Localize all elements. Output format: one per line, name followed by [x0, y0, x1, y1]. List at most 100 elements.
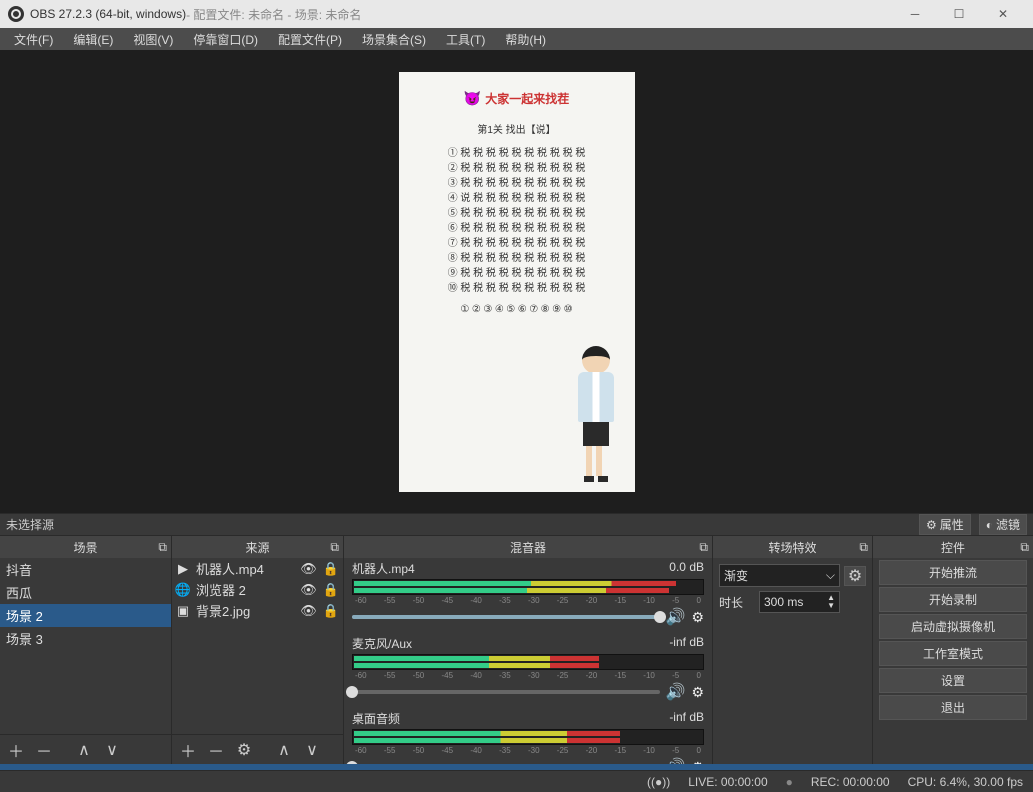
track-settings-button[interactable]: ⚙: [691, 609, 704, 626]
add-source-button[interactable]: ＋: [176, 738, 200, 762]
volume-slider[interactable]: [352, 615, 660, 619]
chevron-down-icon: ⌵: [826, 568, 835, 583]
status-cpu: CPU: 6.4%, 30.00 fps: [908, 775, 1023, 789]
mixer-track: 桌面音频 -inf dB -60-55-50-45-40-35-30-25-20-1…: [344, 708, 712, 764]
scene-up-button[interactable]: ∧: [72, 738, 96, 762]
status-rec: REC: 00:00:00: [811, 775, 890, 789]
source-type-icon: ▣: [176, 603, 190, 619]
menubar: 文件(F)编辑(E)视图(V)停靠窗口(D)配置文件(P)场景集合(S)工具(T…: [0, 28, 1033, 50]
source-up-button[interactable]: ∧: [272, 738, 296, 762]
grid-row: ⑧ 税 税 税 税 税 税 税 税 税 税: [448, 251, 586, 266]
grid-footer: ① ② ③ ④ ⑤ ⑥ ⑦ ⑧ ⑨ ⑩: [460, 302, 572, 317]
minimize-button[interactable]: ─: [893, 0, 937, 28]
menu-item[interactable]: 停靠窗口(D): [183, 29, 268, 50]
control-button[interactable]: 退出: [879, 695, 1027, 720]
track-name: 桌面音频: [352, 710, 400, 727]
preview-canvas[interactable]: 😈 大家一起来找茬 第1关 找出【说】 ① 税 税 税 税 税 税 税 税 税 …: [399, 72, 635, 492]
source-item[interactable]: ▶机器人.mp4👁🔒: [172, 558, 343, 579]
avatar-figure: [571, 346, 621, 486]
window-title: OBS 27.2.3 (64-bit, windows): [30, 7, 186, 21]
control-button[interactable]: 工作室模式: [879, 641, 1027, 666]
control-button[interactable]: 开始推流: [879, 560, 1027, 585]
source-settings-button[interactable]: ⚙: [232, 738, 256, 762]
preview-area[interactable]: 😈 大家一起来找茬 第1关 找出【说】 ① 税 税 税 税 税 税 税 税 税 …: [0, 50, 1033, 513]
filters-button[interactable]: ◐ 滤镜: [979, 514, 1027, 535]
lock-toggle[interactable]: 🔒: [323, 561, 339, 577]
scenes-panel: 场景 ⧉ 抖音西瓜场景 2场景 3 ＋ － ∧ ∨: [0, 536, 172, 764]
controls-panel: 控件 ⧉ 开始推流开始录制启动虚拟摄像机工作室模式设置退出: [873, 536, 1033, 764]
popout-icon[interactable]: ⧉: [330, 540, 339, 555]
properties-button[interactable]: ⚙ 属性: [919, 514, 971, 535]
vu-meter: -60-55-50-45-40-35-30-25-20-15-10-50: [352, 729, 704, 745]
speaker-icon[interactable]: 🔊: [666, 607, 686, 627]
control-button[interactable]: 开始录制: [879, 587, 1027, 612]
lock-toggle[interactable]: 🔒: [323, 603, 339, 619]
scene-item[interactable]: 抖音: [0, 558, 171, 581]
transition-body: 渐变 ⌵ ⚙ 时长 300 ms ▲▼: [713, 558, 872, 764]
add-scene-button[interactable]: ＋: [4, 738, 28, 762]
volume-slider[interactable]: [352, 690, 660, 694]
broadcast-icon: ((●)): [647, 775, 670, 789]
scene-down-button[interactable]: ∨: [100, 738, 124, 762]
visibility-toggle[interactable]: 👁: [300, 603, 317, 619]
grid-row: ⑩ 税 税 税 税 税 税 税 税 税 税: [448, 281, 586, 296]
mixer-panel: 混音器 ⧉ 机器人.mp40.0 dB-60-55-50-45-40-35-30…: [344, 536, 713, 764]
control-button[interactable]: 启动虚拟摄像机: [879, 614, 1027, 639]
speaker-icon[interactable]: 🔊: [666, 757, 686, 764]
popout-icon[interactable]: ⧉: [859, 540, 868, 555]
devil-icon: 😈: [464, 90, 481, 107]
grid-row: ⑥ 税 税 税 税 税 税 税 税 税 税: [448, 221, 586, 236]
statusbar: ((●)) LIVE: 00:00:00 ● REC: 00:00:00 CPU…: [0, 770, 1033, 792]
visibility-toggle[interactable]: 👁: [300, 582, 317, 598]
track-settings-button[interactable]: ⚙: [691, 684, 704, 701]
sources-panel: 来源 ⧉ ▶机器人.mp4👁🔒🌐浏览器 2👁🔒▣背景2.jpg👁🔒 ＋ － ⚙ …: [172, 536, 344, 764]
scene-item[interactable]: 场景 2: [0, 604, 171, 627]
dock-panels: 场景 ⧉ 抖音西瓜场景 2场景 3 ＋ － ∧ ∨ 来源 ⧉ ▶机器人.mp4👁…: [0, 535, 1033, 764]
duration-input[interactable]: 300 ms ▲▼: [759, 591, 840, 613]
menu-item[interactable]: 编辑(E): [63, 29, 123, 50]
canvas-subtitle: 第1关 找出【说】: [477, 121, 555, 136]
transition-header: 转场特效 ⧉: [713, 536, 872, 558]
scene-item[interactable]: 西瓜: [0, 581, 171, 604]
menu-item[interactable]: 场景集合(S): [352, 29, 436, 50]
menu-item[interactable]: 文件(F): [4, 29, 63, 50]
source-down-button[interactable]: ∨: [300, 738, 324, 762]
sources-header: 来源 ⧉: [172, 536, 343, 558]
canvas-title: 😈 大家一起来找茬: [464, 90, 569, 107]
grid-row: ② 税 税 税 税 税 税 税 税 税 税: [448, 161, 586, 176]
track-name: 机器人.mp4: [352, 560, 415, 577]
speaker-icon[interactable]: 🔊: [666, 682, 686, 702]
scene-item[interactable]: 场景 3: [0, 627, 171, 650]
source-name: 浏览器 2: [196, 580, 294, 599]
sources-list: ▶机器人.mp4👁🔒🌐浏览器 2👁🔒▣背景2.jpg👁🔒: [172, 558, 343, 734]
popout-icon[interactable]: ⧉: [1020, 540, 1029, 555]
source-toolbar: 未选择源 ⚙ 属性 ◐ 滤镜: [0, 513, 1033, 535]
transition-panel: 转场特效 ⧉ 渐变 ⌵ ⚙ 时长 300 ms ▲▼: [713, 536, 873, 764]
source-item[interactable]: 🌐浏览器 2👁🔒: [172, 579, 343, 600]
popout-icon[interactable]: ⧉: [158, 540, 167, 555]
grid-row: ⑦ 税 税 税 税 税 税 税 税 税 税: [448, 236, 586, 251]
menu-item[interactable]: 帮助(H): [495, 29, 556, 50]
gear-icon: ⚙: [926, 518, 937, 532]
popout-icon[interactable]: ⧉: [699, 540, 708, 555]
scenes-footer: ＋ － ∧ ∨: [0, 734, 171, 764]
menu-item[interactable]: 工具(T): [436, 29, 495, 50]
visibility-toggle[interactable]: 👁: [300, 561, 317, 577]
maximize-button[interactable]: ☐: [937, 0, 981, 28]
menu-item[interactable]: 视图(V): [123, 29, 183, 50]
remove-scene-button[interactable]: －: [32, 738, 56, 762]
track-level: -inf dB: [669, 710, 704, 727]
transition-select[interactable]: 渐变 ⌵: [719, 564, 840, 587]
lock-toggle[interactable]: 🔒: [323, 582, 339, 598]
grid-row: ① 税 税 税 税 税 税 税 税 税 税: [448, 146, 586, 161]
rec-dot-icon: ●: [786, 775, 793, 789]
control-button[interactable]: 设置: [879, 668, 1027, 693]
transition-settings-button[interactable]: ⚙: [844, 566, 866, 586]
close-button[interactable]: ✕: [981, 0, 1025, 28]
duration-label: 时长: [719, 594, 755, 611]
remove-source-button[interactable]: －: [204, 738, 228, 762]
mixer-track: 麦克风/Aux-inf dB-60-55-50-45-40-35-30-25-2…: [344, 633, 712, 708]
source-item[interactable]: ▣背景2.jpg👁🔒: [172, 600, 343, 621]
grid-row: ⑤ 税 税 税 税 税 税 税 税 税 税: [448, 206, 586, 221]
menu-item[interactable]: 配置文件(P): [268, 29, 352, 50]
